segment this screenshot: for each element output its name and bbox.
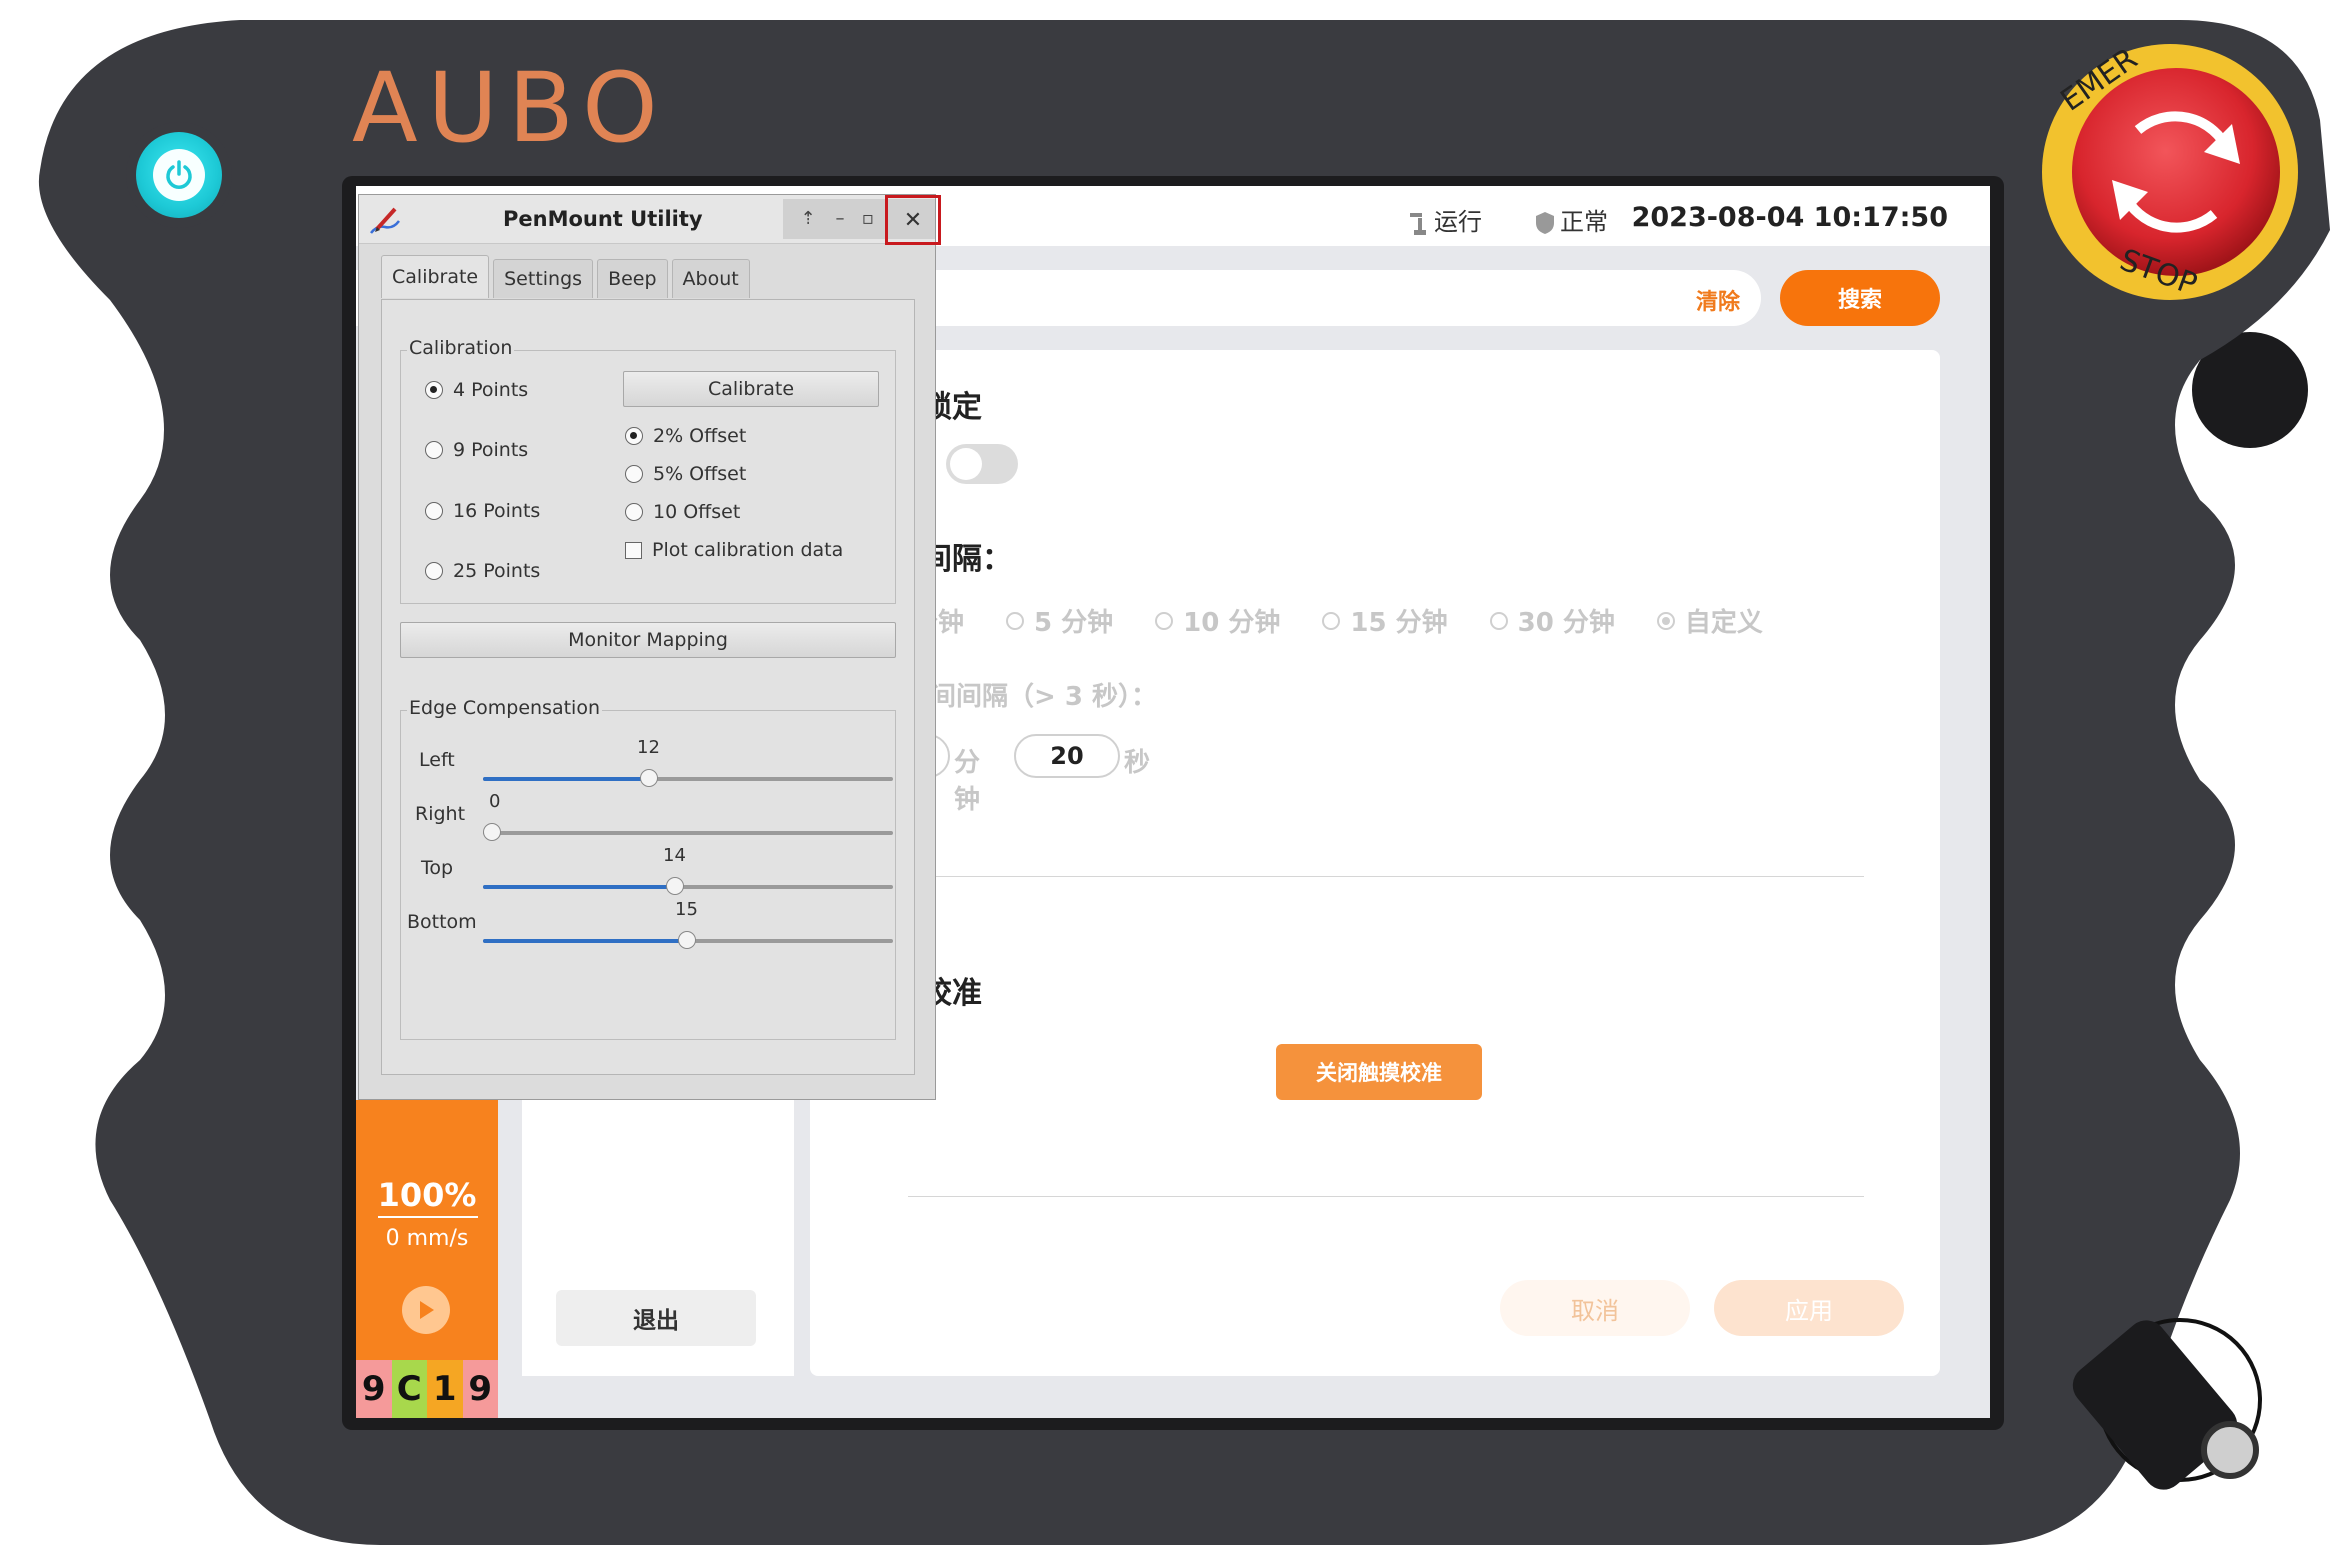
safety-status: 正常 xyxy=(1534,202,1608,237)
interval-option[interactable]: 5 分钟 xyxy=(1006,602,1113,639)
robot-arm-icon xyxy=(1410,213,1426,235)
radio-5pct-offset[interactable]: 5% Offset xyxy=(625,463,746,485)
slider-top-value: 14 xyxy=(663,845,686,866)
minimize-icon[interactable]: – xyxy=(825,203,855,233)
power-button[interactable] xyxy=(126,122,232,228)
monitor-mapping-button[interactable]: Monitor Mapping xyxy=(400,622,896,658)
search-button[interactable]: 搜索 xyxy=(1780,270,1940,326)
slider-right[interactable] xyxy=(483,823,893,841)
speed-value: 0 mm/s xyxy=(385,1226,469,1251)
calibration-group: Calibration 4 Points 9 Points 16 Points … xyxy=(400,337,896,604)
interval-option-custom[interactable]: 自定义 xyxy=(1656,602,1763,639)
tab-about[interactable]: About xyxy=(671,259,750,298)
power-icon xyxy=(153,149,205,201)
datetime: 2023-08-04 10:17:50 xyxy=(1631,202,1948,233)
dialog-title: PenMount Utility xyxy=(503,207,703,231)
radio-9-points[interactable]: 9 Points xyxy=(425,439,528,461)
calibrate-button[interactable]: Calibrate xyxy=(623,371,879,407)
radio-10-offset[interactable]: 10 Offset xyxy=(625,501,740,523)
power-led-ring xyxy=(136,132,222,218)
toggle-knob xyxy=(950,448,982,480)
minutes-unit: 分钟 xyxy=(954,748,981,815)
interval-option[interactable]: 30 分钟 xyxy=(1489,602,1615,639)
interval-option[interactable]: 10 分钟 xyxy=(1155,602,1280,639)
speed-percent: 100% xyxy=(377,1176,477,1214)
status-code: C xyxy=(391,1360,427,1418)
calibrate-tab-panel: Calibration 4 Points 9 Points 16 Points … xyxy=(381,299,915,1075)
status-codes: 9 C 1 9 xyxy=(356,1360,498,1418)
slider-top-handle[interactable] xyxy=(666,877,684,895)
edge-compensation-label: Edge Compensation xyxy=(407,697,602,719)
slider-right-handle[interactable] xyxy=(483,823,501,841)
play-icon xyxy=(420,1301,434,1319)
edge-compensation-group: Edge Compensation Left 12 Right 0 Top 14… xyxy=(400,697,896,1040)
radio-25-points[interactable]: 25 Points xyxy=(425,560,540,582)
cancel-button[interactable]: 取消 xyxy=(1500,1280,1690,1336)
close-icon[interactable]: ✕ xyxy=(885,195,941,245)
shield-icon xyxy=(1536,212,1554,234)
play-button[interactable] xyxy=(402,1286,450,1334)
interval-option[interactable]: 15 分钟 xyxy=(1322,602,1448,639)
tab-settings[interactable]: Settings xyxy=(493,259,594,298)
slider-left-handle[interactable] xyxy=(640,769,658,787)
slider-left[interactable] xyxy=(483,769,893,787)
calibration-group-label: Calibration xyxy=(407,337,515,359)
apply-button[interactable]: 应用 xyxy=(1714,1280,1904,1336)
status-code: 9 xyxy=(462,1360,498,1418)
slider-bottom-handle[interactable] xyxy=(678,931,696,949)
disable-touch-calibration-button[interactable]: 关闭触摸校准 xyxy=(1276,1044,1482,1100)
seconds-input[interactable]: 20 xyxy=(1014,734,1120,778)
settings-panel xyxy=(810,350,1940,1376)
slider-left-label: Left xyxy=(419,749,455,771)
penmount-app-icon xyxy=(370,207,400,234)
plot-calibration-checkbox[interactable]: Plot calibration data xyxy=(625,539,843,561)
penmount-dialog: PenMount Utility ⇡ – ▫ ✕ Calibrate Setti… xyxy=(358,194,941,1100)
slider-top-label: Top xyxy=(421,857,454,879)
slider-bottom[interactable] xyxy=(483,931,893,949)
tab-beep[interactable]: Beep xyxy=(597,259,668,298)
status-code: 1 xyxy=(427,1360,463,1418)
interval-options: 分钟 5 分钟 10 分钟 15 分钟 30 分钟 自定义 xyxy=(912,602,1805,639)
slider-bottom-label: Bottom xyxy=(407,911,477,933)
tab-calibrate[interactable]: Calibrate xyxy=(381,255,490,298)
dialog-titlebar[interactable]: PenMount Utility ⇡ – ▫ ✕ xyxy=(359,195,941,245)
radio-4-points[interactable]: 4 Points xyxy=(425,379,528,401)
clear-button[interactable]: 清除 xyxy=(1696,284,1740,316)
maximize-icon[interactable]: ▫ xyxy=(853,203,883,233)
lock-toggle[interactable] xyxy=(946,444,1018,484)
slider-top[interactable] xyxy=(483,877,893,895)
section-divider xyxy=(908,876,1864,877)
slider-left-value: 12 xyxy=(637,737,660,758)
slider-right-value: 0 xyxy=(489,791,501,812)
custom-interval-hint: 间间隔（> 3 秒）： xyxy=(930,682,1157,712)
run-status: 运行 xyxy=(1408,202,1482,237)
dialog-tabs: Calibrate Settings Beep About xyxy=(381,255,754,299)
radio-16-points[interactable]: 16 Points xyxy=(425,500,540,522)
keep-above-icon[interactable]: ⇡ xyxy=(793,203,823,233)
brand-logo: AUBO xyxy=(352,52,668,164)
radio-2pct-offset[interactable]: 2% Offset xyxy=(625,425,746,447)
slider-bottom-value: 15 xyxy=(675,899,698,920)
speed-divider xyxy=(378,1216,478,1218)
slider-right-label: Right xyxy=(415,803,466,825)
status-code: 9 xyxy=(356,1360,392,1418)
section-divider xyxy=(908,1196,1864,1197)
seconds-unit: 秒 xyxy=(1124,748,1151,778)
exit-button[interactable]: 退出 xyxy=(556,1290,756,1346)
